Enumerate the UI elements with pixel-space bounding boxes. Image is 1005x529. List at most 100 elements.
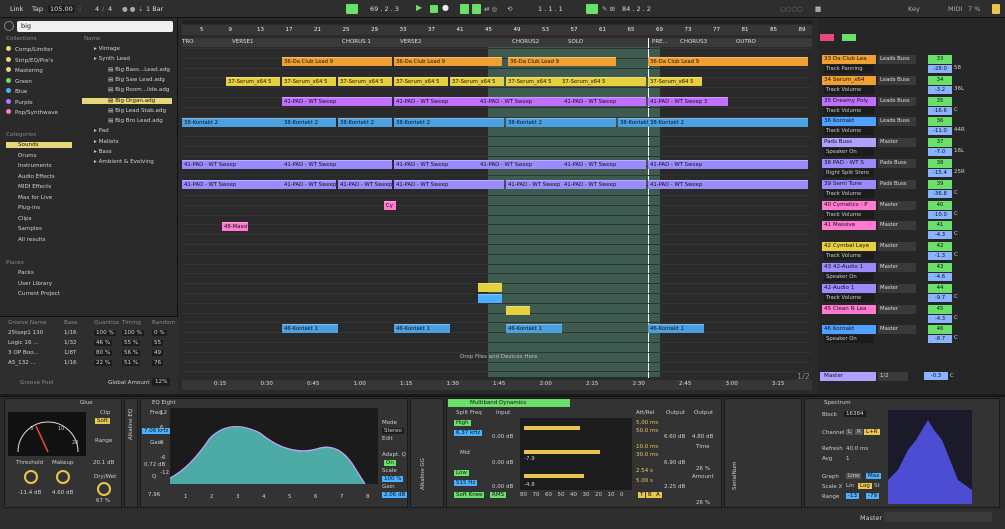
mixer-route[interactable]: Leads Buss <box>878 117 916 127</box>
arm-indicator-icon[interactable] <box>842 34 856 41</box>
master-pan[interactable]: C <box>950 373 954 379</box>
category-item[interactable]: Clips <box>6 216 72 222</box>
locator-bar[interactable] <box>182 38 812 47</box>
mixer-track-number[interactable]: 42 <box>928 242 952 252</box>
mixer-track-name[interactable]: 42 Cymbal Laye <box>822 242 876 252</box>
mixer-track-name[interactable]: 43 42-Audio 1 <box>822 263 876 272</box>
mixer-volume[interactable]: -4.6 <box>928 273 952 281</box>
mixer-track-name[interactable]: Pads Buss <box>822 138 876 148</box>
mixer-pan[interactable]: 16L <box>954 148 964 154</box>
serialnum-slot[interactable] <box>724 398 802 508</box>
scale-value[interactable]: 100 % <box>382 476 404 482</box>
groove-cell[interactable]: 55 <box>152 340 164 346</box>
loop-length[interactable]: 84 . 2 . 2 <box>622 5 651 13</box>
arrangement-clip[interactable]: 37-Serum_x64 5 <box>506 77 560 86</box>
arrangement-clip[interactable] <box>478 294 502 303</box>
place-item[interactable]: Packs <box>18 270 34 276</box>
mixer-pan[interactable]: 44R <box>954 127 965 133</box>
loop-toggle[interactable] <box>586 4 598 14</box>
groove-cell[interactable]: 1/16 <box>64 330 77 336</box>
arrangement-clip[interactable]: 41-PAD - WT Sweep <box>478 97 562 106</box>
mixer-volume[interactable]: -28.0 <box>928 65 952 73</box>
alkaline-gg-slot[interactable] <box>410 398 444 508</box>
arrangement-clip[interactable]: 38-Kontakt 2 <box>182 118 282 127</box>
arrangement-clip[interactable]: 41-PAD - WT Sweep <box>648 180 808 189</box>
arrangement-clip[interactable]: 38-Kontakt 2 <box>648 118 808 127</box>
arrangement-clip[interactable]: 36-Da Club Lead 9 <box>394 57 502 66</box>
groove-cell[interactable]: 51 % <box>122 360 141 366</box>
mixer-pan[interactable]: C <box>954 252 958 258</box>
channel-lr[interactable]: L+R <box>864 429 880 435</box>
mixer-track-name[interactable]: 34 Serum_x64 <box>822 75 876 85</box>
mixer-track-name[interactable]: 42-Audio 1 <box>822 283 876 293</box>
section-locator[interactable]: VERSE1 <box>232 39 254 45</box>
eq-band-5[interactable]: 5 <box>288 494 292 500</box>
q-value[interactable]: 7.96 <box>148 492 160 498</box>
quantize-menu[interactable]: 1 Bar <box>146 5 163 13</box>
arrangement-clip[interactable]: 41-PAD - WT Sweep <box>394 180 504 189</box>
loop-icon[interactable]: ⟲ <box>507 5 512 13</box>
multiband-a-toggle[interactable]: A <box>654 492 662 498</box>
arrangement-clip[interactable]: 46-Kontakt 1 <box>394 324 450 333</box>
mixer-volume[interactable]: -9.7 <box>928 293 952 302</box>
category-item[interactable]: Audio Effects <box>6 174 72 180</box>
mixer-route[interactable]: Master <box>878 325 916 335</box>
groove-cell[interactable]: 76 <box>152 360 164 366</box>
mixer-route[interactable]: Master <box>878 221 916 231</box>
mixer-track-name[interactable]: 35 Dreamy Poly <box>822 96 876 106</box>
file-item[interactable]: ▸ Vintage <box>82 46 172 52</box>
arrangement-clip[interactable]: 48-Massiv <box>222 222 248 231</box>
loop-start[interactable]: 1 . 1 . 1 <box>538 5 563 13</box>
groove-cell[interactable]: 56 % <box>122 350 141 356</box>
groove-cell[interactable]: 100 % <box>94 330 116 336</box>
mixer-volume[interactable]: -10.0 <box>928 210 952 219</box>
collection-item[interactable]: Green <box>6 77 32 85</box>
mixer-pan[interactable]: 25R <box>954 169 965 175</box>
follow-button[interactable] <box>346 4 358 14</box>
collection-item[interactable]: Comp/Limiter <box>6 46 53 53</box>
eq-band-2[interactable]: 2 <box>210 494 214 500</box>
link-button[interactable]: Link <box>10 5 23 13</box>
metronome-icon[interactable]: ● ● <box>122 5 135 13</box>
mixer-route[interactable]: Master <box>878 138 916 148</box>
mixer-chooser[interactable]: Track Volume <box>824 210 874 219</box>
arrangement-clip[interactable]: 41-PAD - WT Sweep <box>506 180 562 189</box>
file-item[interactable]: ▤ Big Lead Stab.adg <box>82 108 172 114</box>
mixer-track-number[interactable]: 37 <box>928 138 952 148</box>
grid-icon[interactable]: ▦ <box>815 5 821 13</box>
global-amount[interactable]: 12% <box>152 378 171 386</box>
file-item[interactable]: ▤ Big Room...lide.adg <box>82 87 172 93</box>
mixer-pan[interactable]: C <box>954 231 958 237</box>
groove-cell[interactable]: 100 % <box>122 330 144 336</box>
mixer-chooser[interactable]: Track Volume <box>824 127 874 136</box>
eq-band-3[interactable]: 3 <box>236 494 240 500</box>
mixer-chooser[interactable]: Track Volume <box>824 106 874 115</box>
mixer-pan[interactable]: 36L <box>954 86 964 92</box>
range-value[interactable]: 20.1 dB <box>93 460 114 466</box>
mixer-pan[interactable]: C <box>954 294 958 300</box>
category-item[interactable]: MIDI Effects <box>6 184 72 190</box>
mixer-route[interactable]: Leads Buss <box>878 55 916 64</box>
soft-clip-toggle[interactable]: Soft <box>95 418 110 424</box>
mixer-track-name[interactable]: 38 PAD - WT S <box>822 159 876 168</box>
mixer-volume[interactable]: -16.6 <box>928 106 952 115</box>
mixer-chooser[interactable]: Track Volume <box>824 189 874 198</box>
file-item[interactable]: ▤ Big Bass...Lead.adg <box>82 67 172 73</box>
category-item[interactable]: Plug-ins <box>6 205 72 211</box>
arrangement-clip[interactable]: 41-PAD - WT Sweep <box>182 160 282 169</box>
arrangement-clip[interactable]: 41-PAD - WT Sweep <box>478 160 562 169</box>
section-locator[interactable]: CHORUS 1 <box>342 39 371 45</box>
mixer-route[interactable]: Leads Buss <box>878 75 916 85</box>
mixer-track-number[interactable]: 40 <box>928 200 952 210</box>
arrangement-clip[interactable]: 37-Serum_x64 5 <box>560 77 646 86</box>
position-display[interactable]: 69 . 2 . 3 <box>370 5 399 13</box>
freq-value[interactable]: 7.06 kHz <box>142 428 171 434</box>
groove-cell[interactable]: 49 <box>152 350 164 356</box>
record-icon[interactable]: ● <box>442 3 449 12</box>
midi-map-button[interactable]: MIDI <box>948 5 962 13</box>
arrangement-clip[interactable]: 36-Da Club Lead 9 <box>508 57 616 66</box>
section-locator[interactable]: SOLO <box>568 39 583 45</box>
arrangement-clip[interactable]: 37-Serum_x64 5 <box>450 77 504 86</box>
section-locator[interactable]: TRO <box>182 39 194 45</box>
mixer-volume[interactable]: -4.3 <box>928 314 952 323</box>
